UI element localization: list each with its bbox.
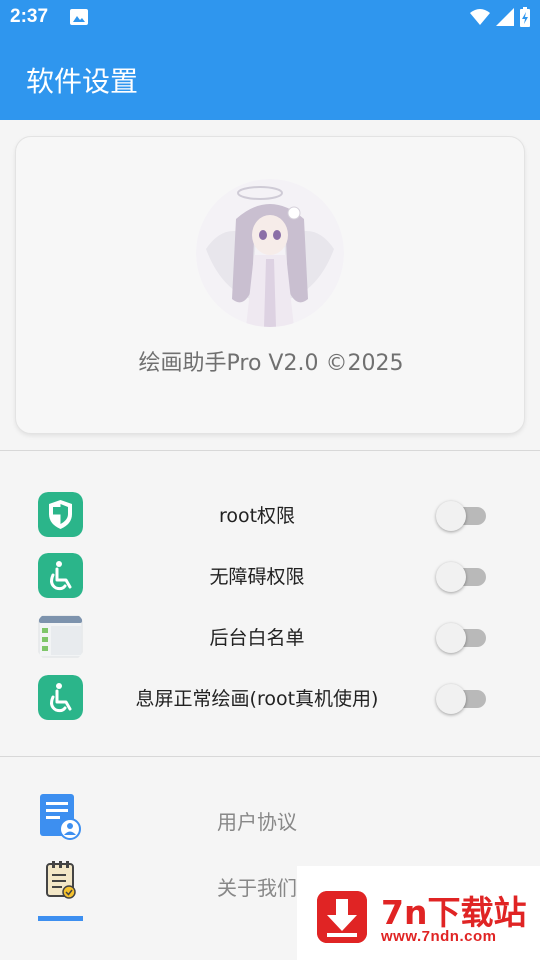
setting-label: 无障碍权限 [209, 566, 305, 588]
setting-label: root权限 [218, 505, 296, 527]
page-title: 软件设置 [26, 65, 139, 98]
clipboard-check-icon [46, 861, 76, 899]
setting-label: 息屏正常绘画(root真机使用) [135, 688, 379, 710]
setting-row-screen-off-drawing: 息屏正常绘画(root真机使用) [0, 671, 540, 723]
image-notification-icon [70, 9, 88, 25]
wifi-icon [470, 9, 490, 25]
battery-icon [520, 7, 530, 27]
accessibility-icon [38, 553, 83, 598]
watermark: 7n下载站 www.7ndn.com [297, 866, 540, 960]
background-whitelist-switch[interactable] [436, 622, 486, 653]
download-icon [317, 891, 367, 943]
setting-row-background-whitelist: 后台白名单 [0, 610, 540, 662]
root-permission-switch[interactable] [436, 500, 486, 531]
app-bar: 软件设置 [0, 36, 540, 120]
watermark-url: www.7ndn.com [381, 928, 497, 945]
divider [0, 450, 540, 451]
profile-card: 绘画助手Pro V2.0 ©2025 [15, 136, 525, 434]
status-bar: 2:37 [0, 0, 540, 36]
link-label: 用户协议 [217, 810, 297, 834]
user-agreement-link[interactable]: 用户协议 [0, 794, 540, 844]
setting-row-root: root权限 [0, 488, 540, 540]
divider [0, 756, 540, 757]
partial-list-icon [38, 916, 83, 921]
setting-label: 后台白名单 [209, 627, 305, 649]
cell-signal-icon [496, 8, 514, 26]
status-time: 2:37 [10, 6, 49, 27]
app-version-text: 绘画助手Pro V2.0 ©2025 [138, 351, 404, 376]
app-window-icon [38, 615, 83, 658]
watermark-name: 7n下载站 [381, 893, 527, 932]
setting-row-accessibility: 无障碍权限 [0, 549, 540, 601]
accessibility-permission-switch[interactable] [436, 561, 486, 592]
avatar [196, 179, 344, 327]
shield-icon [38, 492, 83, 537]
status-icons [470, 7, 530, 27]
user-document-icon [40, 794, 81, 840]
accessibility-icon [38, 675, 83, 720]
screen-off-drawing-switch[interactable] [436, 683, 486, 714]
